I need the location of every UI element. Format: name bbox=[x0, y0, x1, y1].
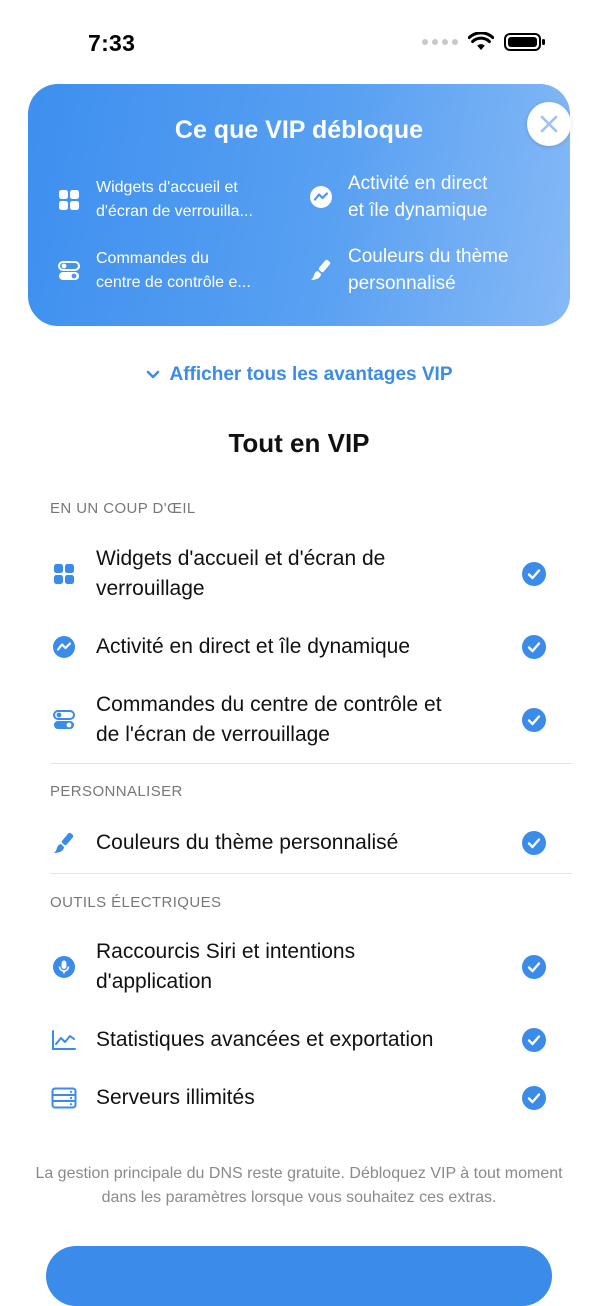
close-button[interactable] bbox=[527, 102, 571, 146]
server-stack-icon bbox=[50, 1084, 78, 1112]
checkmark-icon bbox=[522, 1086, 546, 1110]
feature-row-line: d'application bbox=[96, 970, 213, 993]
vip-unlock-title: Ce que VIP débloque bbox=[174, 116, 424, 144]
hero-feature-controls: Commandes du centre de contrôle e... bbox=[56, 247, 251, 295]
checkmark-icon bbox=[522, 562, 546, 586]
hero-feature-line: Activité en direct bbox=[348, 173, 488, 194]
vip-section-title: Tout en VIP bbox=[228, 428, 370, 458]
feature-row-unlimited-servers: Serveurs illimités bbox=[50, 1083, 550, 1113]
feature-row-line: Commandes du centre de contrôle et bbox=[96, 693, 442, 716]
hero-feature-line: Couleurs du thème bbox=[348, 246, 509, 267]
vip-unlock-card: Ce que VIP débloque Widgets d'accueil et… bbox=[28, 84, 570, 326]
hero-feature-live-activity: Activité en direct et île dynamique bbox=[308, 170, 487, 224]
show-all-benefits-label: Afficher tous les avantages VIP bbox=[169, 364, 453, 385]
feature-row-widgets: Widgets d'accueil et d'écran de verrouil… bbox=[50, 544, 550, 604]
wifi-icon bbox=[468, 32, 494, 50]
status-icons bbox=[422, 32, 546, 52]
live-activity-icon bbox=[308, 184, 334, 210]
feature-row-line: verrouillage bbox=[96, 577, 205, 600]
checkmark-icon bbox=[522, 955, 546, 979]
cellular-signal-icon bbox=[422, 39, 458, 45]
live-activity-icon bbox=[50, 633, 78, 661]
feature-row-line: de l'écran de verrouillage bbox=[96, 723, 330, 746]
hero-feature-line: personnalisé bbox=[348, 273, 456, 294]
close-icon bbox=[540, 115, 558, 133]
toggle-controls-icon bbox=[50, 706, 78, 734]
paintbrush-icon bbox=[50, 829, 78, 857]
hero-feature-theme: Couleurs du thème personnalisé bbox=[308, 243, 509, 297]
widgets-grid-icon bbox=[50, 560, 78, 588]
toggle-controls-icon bbox=[56, 258, 82, 284]
feature-row-theme-colors: Couleurs du thème personnalisé bbox=[50, 828, 550, 858]
status-time: 7:33 bbox=[88, 30, 136, 56]
feature-row-line: Couleurs du thème personnalisé bbox=[96, 831, 399, 854]
checkmark-icon bbox=[522, 635, 546, 659]
chart-line-icon bbox=[50, 1026, 78, 1054]
feature-row-line: Statistiques avancées et exportation bbox=[96, 1028, 434, 1051]
section-divider bbox=[50, 873, 572, 874]
checkmark-icon bbox=[522, 1028, 546, 1052]
hero-feature-line: centre de contrôle e... bbox=[96, 274, 251, 291]
hero-feature-line: d'écran de verrouilla... bbox=[96, 203, 253, 220]
feature-row-line: Raccourcis Siri et intentions bbox=[96, 940, 356, 963]
hero-feature-line: Widgets d'accueil et bbox=[96, 179, 238, 196]
footer-note: La gestion principale du DNS reste gratu… bbox=[35, 1165, 563, 1206]
feature-row-line: Serveurs illimités bbox=[96, 1086, 255, 1109]
paintbrush-icon bbox=[308, 257, 334, 283]
checkmark-icon bbox=[522, 831, 546, 855]
feature-row-line: Activité en direct et île dynamique bbox=[96, 635, 410, 658]
status-bar: 7:33 bbox=[0, 0, 598, 80]
group-header-customize: PERSONNALISER bbox=[50, 783, 183, 800]
feature-row-siri-shortcuts: Raccourcis Siri et intentions d'applicat… bbox=[50, 937, 550, 997]
hero-feature-line: et île dynamique bbox=[348, 200, 488, 221]
show-all-benefits-button[interactable]: Afficher tous les avantages VIP bbox=[0, 364, 598, 386]
hero-feature-line: Commandes du bbox=[96, 250, 209, 267]
feature-row-advanced-stats: Statistiques avancées et exportation bbox=[50, 1025, 550, 1055]
primary-cta-button[interactable] bbox=[46, 1246, 552, 1306]
chevron-down-icon bbox=[146, 370, 159, 379]
microphone-icon bbox=[50, 953, 78, 981]
widgets-grid-icon bbox=[56, 187, 82, 213]
checkmark-icon bbox=[522, 708, 546, 732]
group-header-power-tools: OUTILS ÉLECTRIQUES bbox=[50, 894, 222, 911]
section-divider bbox=[50, 763, 572, 764]
feature-row-live-activity: Activité en direct et île dynamique bbox=[50, 632, 550, 662]
feature-row-line: Widgets d'accueil et d'écran de bbox=[96, 547, 386, 570]
hero-feature-widgets: Widgets d'accueil et d'écran de verrouil… bbox=[56, 176, 253, 224]
feature-row-controls: Commandes du centre de contrôle et de l'… bbox=[50, 690, 550, 750]
group-header-at-a-glance: EN UN COUP D'ŒIL bbox=[50, 500, 196, 517]
battery-icon bbox=[504, 33, 545, 51]
